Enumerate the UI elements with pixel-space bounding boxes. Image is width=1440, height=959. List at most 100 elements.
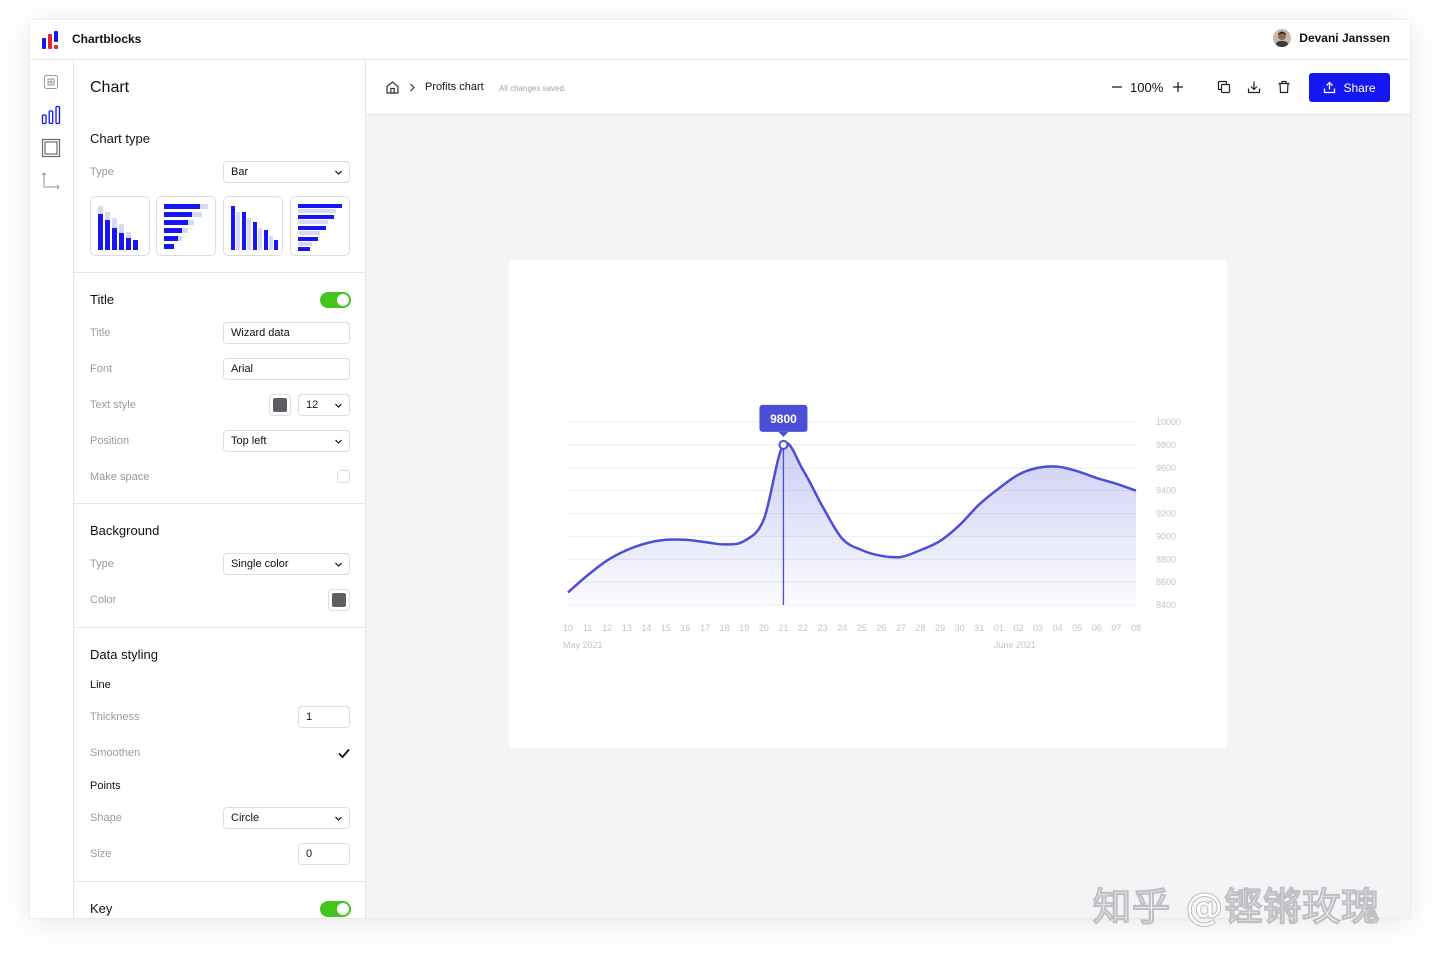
user-menu[interactable]: Devani Janssen <box>1273 29 1390 47</box>
text-color-swatch <box>273 398 287 412</box>
layout-icon <box>41 138 61 158</box>
position-select[interactable]: Top left <box>223 430 350 452</box>
thickness-label: Thickness <box>90 711 140 723</box>
x-group-label: May 2021 <box>563 640 603 650</box>
trash-icon[interactable] <box>1277 80 1291 94</box>
text-style-label: Text style <box>90 399 136 411</box>
smoothen-checkbox[interactable] <box>337 746 351 760</box>
home-icon[interactable] <box>385 80 400 95</box>
smoothen-label: Smoothen <box>90 747 141 759</box>
text-size-value: 12 <box>306 399 319 411</box>
duplicate-icon[interactable] <box>1217 80 1231 94</box>
x-tick-label: 12 <box>602 623 612 633</box>
share-button[interactable]: Share <box>1309 73 1390 102</box>
make-space-label: Make space <box>90 471 150 483</box>
rail-item-data[interactable] <box>40 71 62 93</box>
chevron-right-icon <box>410 83 415 92</box>
x-tick-label: 07 <box>1111 623 1121 633</box>
title-input[interactable]: Wizard data <box>223 322 350 344</box>
tool-rail <box>30 60 74 918</box>
panel-title: Chart <box>90 79 130 96</box>
rail-item-layout[interactable] <box>40 137 62 159</box>
data-styling-heading: Data styling <box>90 647 158 662</box>
x-tick-label: 24 <box>837 623 847 633</box>
shape-select[interactable]: Circle <box>223 807 350 829</box>
chevron-down-icon <box>335 439 342 444</box>
text-color-picker[interactable] <box>269 394 291 416</box>
area-chart: 10000 9800 9600 9400 9200 9000 8800 8600 8400 10 1… <box>563 404 1181 650</box>
chart-type-select[interactable]: Bar <box>223 161 350 183</box>
y-tick-label: 9200 <box>1156 509 1176 519</box>
chart-type-value: Bar <box>231 166 249 178</box>
axes-icon <box>41 172 60 190</box>
settings-panel: Chart Chart type Type Bar Title Title Wi… <box>74 60 366 918</box>
size-input[interactable]: 0 <box>298 843 350 865</box>
text-size-select[interactable]: 12 <box>298 394 350 416</box>
line-heading: Line <box>90 679 111 691</box>
y-tick-label: 8800 <box>1156 554 1176 564</box>
title-toggle[interactable] <box>320 292 351 308</box>
watermark: 知乎 @铿锵玫瑰 <box>1092 885 1381 930</box>
y-tick-label: 9000 <box>1156 531 1176 541</box>
breadcrumb-current[interactable]: Profits chart <box>425 81 484 93</box>
x-tick-label: 16 <box>681 623 691 633</box>
chart-type-heading: Chart type <box>90 131 150 146</box>
vertical-bar-icon <box>98 206 138 250</box>
chevron-down-icon <box>335 170 342 175</box>
tooltip-pointer <box>778 431 789 437</box>
zoom-out-icon[interactable] <box>1111 81 1123 93</box>
y-tick-label: 10000 <box>1156 417 1181 427</box>
zoom-level: 100% <box>1130 80 1164 95</box>
x-tick-label: 04 <box>1053 623 1063 633</box>
key-toggle[interactable] <box>320 901 351 917</box>
chart-type-vertical-bar-grouped[interactable] <box>223 196 283 256</box>
save-status: All changes saved. <box>499 84 567 93</box>
key-heading: Key <box>90 901 113 916</box>
divider <box>74 503 365 504</box>
chart-icon <box>41 105 61 125</box>
chartblocks-logo[interactable] <box>41 30 61 50</box>
rail-item-axes[interactable] <box>40 169 62 191</box>
divider <box>74 881 365 882</box>
x-tick-label: 02 <box>1013 623 1023 633</box>
background-color-label: Color <box>90 594 117 606</box>
chevron-down-icon <box>335 562 342 567</box>
rail-item-chart[interactable] <box>40 104 62 126</box>
x-tick-label: 23 <box>818 623 828 633</box>
divider <box>74 627 365 628</box>
chart-type-horizontal-bar-grouped[interactable] <box>290 196 350 256</box>
y-tick-label: 9800 <box>1156 440 1176 450</box>
download-icon[interactable] <box>1247 80 1261 94</box>
avatar[interactable] <box>1273 29 1292 47</box>
share-label: Share <box>1343 80 1376 95</box>
x-tick-label: 20 <box>759 623 769 633</box>
x-tick-label: 08 <box>1131 623 1141 633</box>
x-tick-label: 21 <box>778 623 788 633</box>
x-tick-label: 01 <box>994 623 1004 633</box>
x-tick-label: 18 <box>720 623 730 633</box>
background-type-select[interactable]: Single color <box>223 553 350 575</box>
tooltip-label: 9800 <box>770 412 797 426</box>
font-label: Font <box>90 363 113 375</box>
chart-card[interactable]: 10000 9800 9600 9400 9200 9000 8800 8600 8400 10 1… <box>509 260 1227 748</box>
shape-label: Shape <box>90 812 122 824</box>
background-color-picker[interactable] <box>328 589 350 611</box>
thickness-input[interactable]: 1 <box>298 706 350 728</box>
chart-type-horizontal-bar[interactable] <box>156 196 216 256</box>
x-tick-label: 05 <box>1072 623 1082 633</box>
font-input[interactable]: Arial <box>223 358 350 380</box>
x-tick-label: 28 <box>916 623 926 633</box>
x-tick-label: 22 <box>798 623 808 633</box>
x-tick-label: 26 <box>876 623 886 633</box>
user-name: Devani Janssen <box>1299 31 1390 45</box>
canvas-toolbar: Profits chart All changes saved. 100% Sh… <box>366 60 1410 115</box>
top-bar: Chartblocks Devani Janssen <box>30 20 1410 60</box>
x-tick-label: 29 <box>935 623 945 633</box>
canvas-workspace: Profits chart All changes saved. 100% Sh… <box>366 60 1410 918</box>
size-label: Size <box>90 848 112 860</box>
make-space-checkbox[interactable] <box>337 470 350 483</box>
zoom-in-icon[interactable] <box>1172 81 1184 93</box>
background-type-label: Type <box>90 558 114 570</box>
x-tick-label: 11 <box>583 623 592 633</box>
chart-type-vertical-bar[interactable] <box>90 196 150 256</box>
